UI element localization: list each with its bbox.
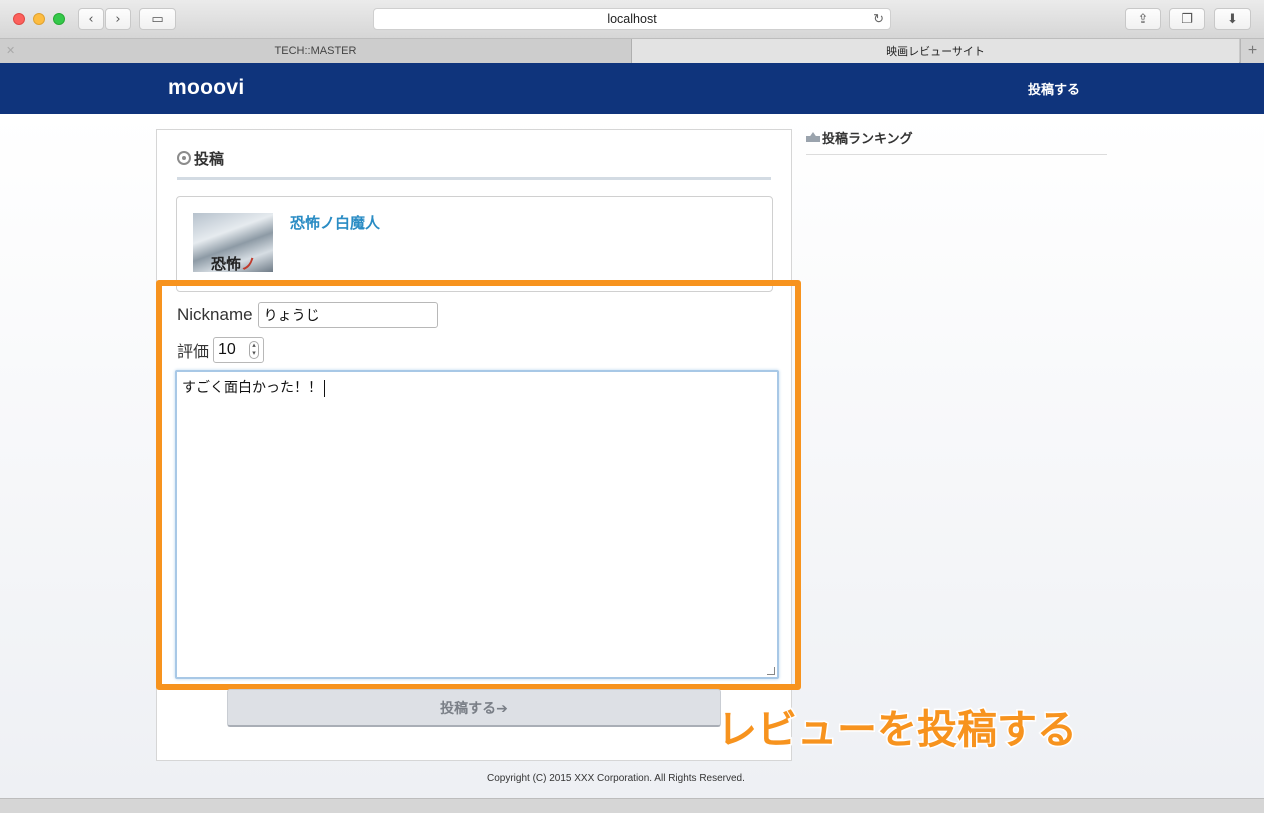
sidebar-icon[interactable]: ▭ xyxy=(139,8,176,30)
site-logo[interactable]: mooovi xyxy=(168,76,244,100)
new-tab-icon[interactable]: + xyxy=(1240,39,1264,63)
reload-icon[interactable]: ↻ xyxy=(873,11,884,27)
movie-poster: 恐怖ノ xyxy=(193,213,273,272)
tab-label: 映画レビューサイト xyxy=(886,46,985,58)
tab-techmaster[interactable]: ✕ TECH::MASTER xyxy=(0,39,632,63)
orange-highlight-box xyxy=(156,280,801,690)
ranking-title: 投稿ランキング xyxy=(806,128,1107,155)
copyright-text: Copyright (C) 2015 XXX Corporation. All … xyxy=(487,773,745,784)
movie-info-box: 恐怖ノ 恐怖ノ白魔人 xyxy=(176,196,773,292)
tab-bar: ✕ TECH::MASTER 映画レビューサイト + xyxy=(0,39,1264,63)
tab-movie-review[interactable]: 映画レビューサイト xyxy=(632,39,1239,63)
window-maximize-button[interactable] xyxy=(53,13,65,25)
section-title: 投稿 xyxy=(177,148,771,180)
address-bar[interactable]: localhost ↻ xyxy=(373,8,891,30)
header-post-link[interactable]: 投稿する xyxy=(1028,79,1080,98)
window-bottom-bar xyxy=(0,798,1264,813)
forward-icon[interactable]: › xyxy=(105,8,131,30)
tab-label: TECH::MASTER xyxy=(274,45,357,57)
window-minimize-button[interactable] xyxy=(33,13,45,25)
browser-toolbar: ‹ › ▭ localhost ↻ ⇪ ❐ ⬇ xyxy=(0,0,1264,39)
poster-caption: 恐怖ノ xyxy=(211,253,256,272)
back-icon[interactable]: ‹ xyxy=(78,8,104,30)
submit-button[interactable]: 投稿する➔ xyxy=(227,689,721,727)
url-text: localhost xyxy=(607,12,657,26)
annotation-text: レビューを投稿する xyxy=(716,706,1079,755)
close-icon[interactable]: ✕ xyxy=(6,44,15,57)
section-title-text: 投稿 xyxy=(194,150,225,168)
download-icon[interactable]: ⬇ xyxy=(1214,8,1251,30)
movie-title-link[interactable]: 恐怖ノ白魔人 xyxy=(290,212,380,233)
crown-icon xyxy=(806,132,820,142)
site-header: mooovi 投稿する xyxy=(0,63,1264,114)
poster-caption-main: 恐怖 xyxy=(211,255,242,272)
film-reel-icon xyxy=(177,151,191,165)
ranking-title-text: 投稿ランキング xyxy=(822,132,913,147)
poster-caption-accent: ノ xyxy=(241,255,257,272)
window-close-button[interactable] xyxy=(13,13,25,25)
tabs-icon[interactable]: ❐ xyxy=(1169,8,1205,30)
share-icon[interactable]: ⇪ xyxy=(1125,8,1161,30)
